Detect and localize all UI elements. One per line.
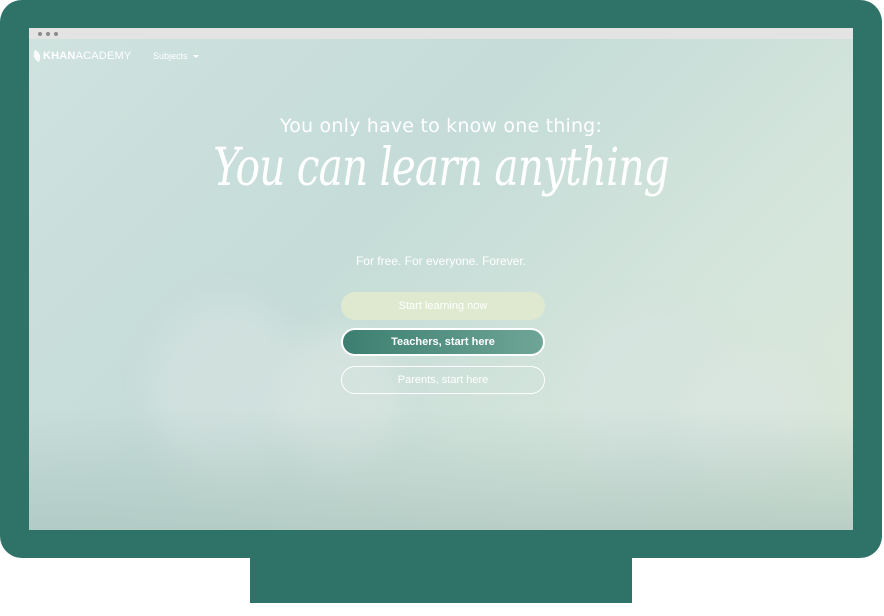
logo-light-text: ACADEMY (75, 50, 132, 62)
hero-headline: You can learn anything (213, 138, 669, 198)
subjects-menu[interactable]: Subjects (153, 51, 199, 61)
teachers-button[interactable]: Teachers, start here (341, 328, 545, 356)
chevron-down-icon (192, 54, 199, 58)
start-learning-button[interactable]: Start learning now (341, 292, 545, 320)
logo-bold-text: KHAN (43, 50, 76, 62)
subjects-label: Subjects (153, 51, 188, 61)
top-nav: KHAN ACADEMY Subjects (29, 39, 853, 73)
hero-tagline: For free. For everyone. Forever. (355, 254, 527, 268)
window-close-dot[interactable] (38, 32, 42, 36)
window-minimize-dot[interactable] (46, 32, 50, 36)
parents-button[interactable]: Parents, start here (341, 366, 545, 394)
monitor-stand (250, 558, 632, 603)
window-maximize-dot[interactable] (54, 32, 58, 36)
hero-subheadline: You only have to know one thing: (279, 115, 603, 137)
khan-academy-logo[interactable]: KHAN ACADEMY (31, 49, 132, 63)
leaf-icon (31, 49, 43, 63)
blurred-keyboard (29, 408, 853, 530)
window-titlebar (29, 28, 853, 39)
browser-screen: KHAN ACADEMY Subjects You only have to kn… (29, 28, 853, 530)
